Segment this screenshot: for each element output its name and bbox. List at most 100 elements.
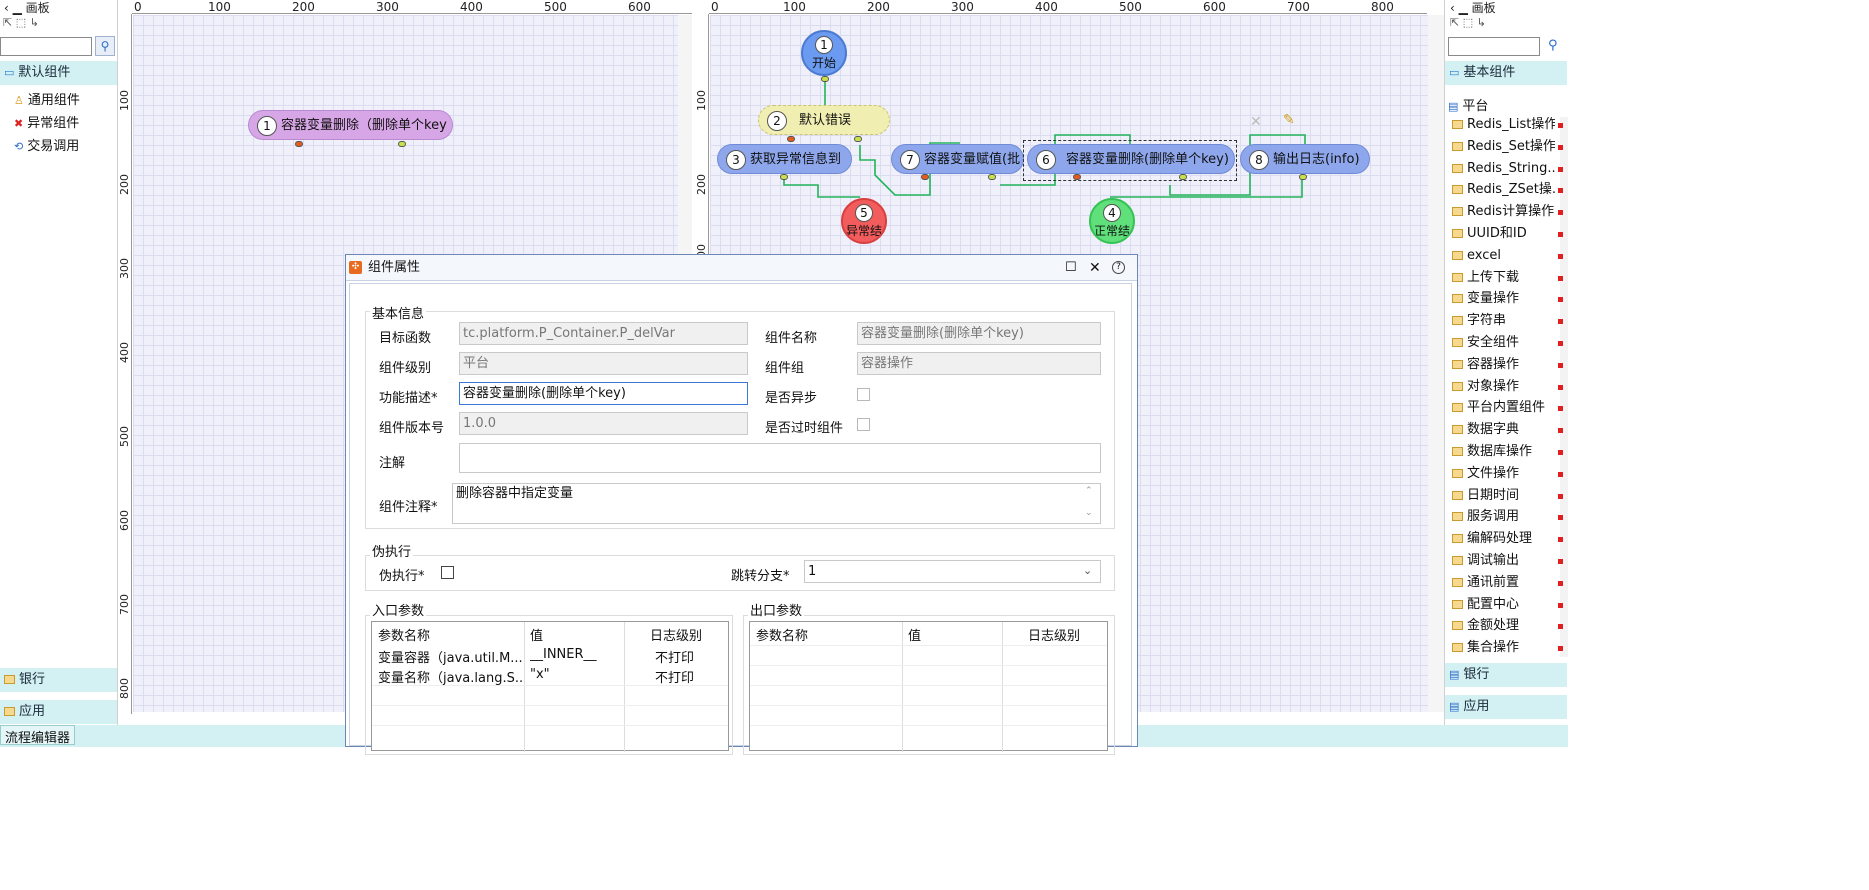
palette-item[interactable]: 调试输出 bbox=[1452, 550, 1519, 571]
node-port[interactable] bbox=[988, 174, 996, 180]
node-port[interactable] bbox=[854, 136, 862, 142]
flow-node-normal-end[interactable]: 4 正常结 bbox=[1089, 198, 1135, 244]
target-func-field[interactable]: tc.platform.P_Container.P_delVar bbox=[459, 322, 748, 345]
column-header[interactable]: 值 bbox=[908, 625, 921, 644]
close-icon[interactable]: ✕ bbox=[1250, 114, 1262, 130]
deprecated-checkbox[interactable] bbox=[857, 418, 870, 431]
right-search-input[interactable] bbox=[1448, 37, 1540, 56]
marquee-tool-icon[interactable]: ⬚ bbox=[16, 16, 26, 29]
select-tool-icon[interactable]: ⇱ bbox=[3, 16, 12, 29]
palette-item[interactable]: 变量操作 bbox=[1452, 288, 1519, 309]
node-port[interactable] bbox=[1299, 174, 1307, 180]
param-value-cell[interactable]: "x" bbox=[530, 667, 550, 682]
comment-textarea[interactable]: 删除容器中指定变量 bbox=[452, 483, 1101, 524]
palette-item[interactable]: 字符串 bbox=[1452, 310, 1506, 331]
flow-node-exception-end[interactable]: 5 异常结 bbox=[841, 198, 887, 244]
async-checkbox[interactable] bbox=[857, 388, 870, 401]
right-group-basic[interactable]: ▭ 基本组件 bbox=[1445, 61, 1567, 85]
right-canvas-scrollbar[interactable] bbox=[1428, 15, 1444, 712]
param-log-cell[interactable]: 不打印 bbox=[655, 667, 694, 686]
close-icon[interactable]: ✕ bbox=[1089, 255, 1101, 281]
component-group-field[interactable]: 容器操作 bbox=[857, 352, 1101, 375]
left-search-input[interactable] bbox=[0, 37, 92, 56]
palette-item[interactable]: Redis计算操作 bbox=[1452, 201, 1554, 222]
left-item-exception[interactable]: ✖ 异常组件 bbox=[14, 113, 79, 135]
connector-tool-icon[interactable]: ↳ bbox=[1477, 16, 1486, 29]
left-canvas-node[interactable]: 1 容器变量删除（删除单个key bbox=[248, 110, 453, 140]
chevron-down-icon[interactable]: ⌄ bbox=[1083, 564, 1092, 577]
component-name-field[interactable]: 容器变量删除(删除单个key) bbox=[857, 322, 1101, 345]
column-header[interactable]: 日志级别 bbox=[1028, 625, 1080, 644]
palette-item[interactable]: 通讯前置 bbox=[1452, 572, 1519, 593]
palette-item[interactable]: 日期时间 bbox=[1452, 485, 1519, 506]
palette-item[interactable]: 容器操作 bbox=[1452, 354, 1519, 375]
palette-item[interactable]: 数据字典 bbox=[1452, 419, 1519, 440]
tab-flow-editor[interactable]: 流程编辑器 bbox=[0, 725, 76, 746]
right-group-app[interactable]: ▤ 应用 bbox=[1445, 695, 1567, 719]
component-level-field[interactable]: 平台 bbox=[459, 352, 748, 375]
palette-item[interactable]: 配置中心 bbox=[1452, 594, 1519, 615]
scroll-down-icon[interactable]: ⌄ bbox=[1085, 508, 1093, 518]
search-icon[interactable]: ⚲ bbox=[1548, 38, 1558, 53]
palette-item[interactable]: 对象操作 bbox=[1452, 376, 1519, 397]
flow-node-start[interactable]: 1 开始 bbox=[801, 30, 847, 76]
left-group-bank[interactable]: 银行 bbox=[0, 668, 117, 692]
search-icon[interactable]: ⚲ bbox=[95, 36, 115, 56]
connector-tool-icon[interactable]: ↳ bbox=[30, 16, 39, 29]
right-group-bank[interactable]: ▤ 银行 bbox=[1445, 663, 1567, 687]
palette-item[interactable]: 集合操作 bbox=[1452, 637, 1519, 657]
left-item-common[interactable]: ♙ 通用组件 bbox=[14, 90, 80, 112]
fake-exec-checkbox[interactable] bbox=[441, 566, 454, 579]
description-input[interactable]: 容器变量删除(删除单个key) bbox=[459, 382, 748, 405]
edit-properties-icon[interactable]: ✎ bbox=[1283, 112, 1295, 128]
branch-select[interactable]: 1 bbox=[804, 560, 1101, 583]
table-row[interactable]: 变量容器（java.util.M... __INNER__ 不打印 bbox=[372, 645, 728, 666]
palette-item[interactable]: excel bbox=[1452, 245, 1501, 266]
left-group-app[interactable]: 应用 bbox=[0, 700, 117, 724]
version-field[interactable]: 1.0.0 bbox=[459, 412, 748, 435]
palette-item[interactable]: 服务调用 bbox=[1452, 506, 1519, 527]
column-header[interactable]: 日志级别 bbox=[650, 625, 702, 644]
node-port[interactable] bbox=[1179, 174, 1187, 180]
palette-item[interactable]: 编解码处理 bbox=[1452, 528, 1532, 549]
palette-item[interactable]: 上传下载 bbox=[1452, 267, 1519, 288]
node-port[interactable] bbox=[921, 174, 929, 180]
maximize-icon[interactable]: ☐ bbox=[1065, 255, 1077, 281]
param-value-cell[interactable]: __INNER__ bbox=[530, 647, 597, 662]
palette-item[interactable]: Redis_Set操作 bbox=[1452, 136, 1555, 157]
palette-item[interactable]: 安全组件 bbox=[1452, 332, 1519, 353]
palette-item[interactable]: UUID和ID bbox=[1452, 223, 1527, 244]
node-port[interactable] bbox=[787, 136, 795, 142]
select-tool-icon[interactable]: ⇱ bbox=[1450, 16, 1459, 29]
right-section-platform[interactable]: ▤ 平台 bbox=[1448, 95, 1488, 114]
node-port[interactable] bbox=[821, 76, 829, 82]
flow-node-default-error[interactable]: 2 默认错误 bbox=[758, 105, 890, 135]
node-port[interactable] bbox=[295, 141, 303, 147]
column-header[interactable]: 值 bbox=[530, 625, 543, 644]
flow-node-container-assign[interactable]: 7 容器变量赋值(批 bbox=[891, 144, 1024, 174]
marquee-tool-icon[interactable]: ⬚ bbox=[1463, 16, 1473, 29]
palette-item[interactable]: 数据库操作 bbox=[1452, 441, 1532, 462]
flow-node-container-delete[interactable]: 6 容器变量删除(删除单个key) bbox=[1027, 144, 1235, 174]
table-row[interactable]: 变量名称（java.lang.S... "x" 不打印 bbox=[372, 665, 728, 686]
palette-item[interactable]: 平台内置组件 bbox=[1452, 397, 1545, 418]
column-header[interactable]: 参数名称 bbox=[378, 625, 430, 644]
node-port[interactable] bbox=[1073, 174, 1081, 180]
node-port[interactable] bbox=[780, 174, 788, 180]
column-header[interactable]: 参数名称 bbox=[756, 625, 808, 644]
flow-node-get-exception[interactable]: 3 获取异常信息到 bbox=[717, 144, 852, 174]
param-log-cell[interactable]: 不打印 bbox=[655, 647, 694, 666]
left-item-transaction[interactable]: ⟲ 交易调用 bbox=[14, 136, 79, 158]
node-port[interactable] bbox=[398, 141, 406, 147]
palette-item[interactable]: 文件操作 bbox=[1452, 463, 1519, 484]
flow-node-output-log[interactable]: 8 输出日志(info) bbox=[1240, 144, 1370, 174]
palette-item[interactable]: Redis_List操作 bbox=[1452, 117, 1555, 135]
palette-item[interactable]: Redis_ZSet操... bbox=[1452, 179, 1555, 200]
help-icon[interactable]: ? bbox=[1112, 261, 1125, 274]
ruler-tick: 100 bbox=[208, 0, 231, 14]
scroll-up-icon[interactable]: ⌃ bbox=[1085, 486, 1093, 496]
palette-item[interactable]: Redis_String... bbox=[1452, 158, 1555, 179]
annotation-input[interactable] bbox=[459, 443, 1101, 473]
palette-item[interactable]: 金额处理 bbox=[1452, 615, 1519, 636]
left-group-default[interactable]: ▭ 默认组件 bbox=[0, 61, 117, 85]
